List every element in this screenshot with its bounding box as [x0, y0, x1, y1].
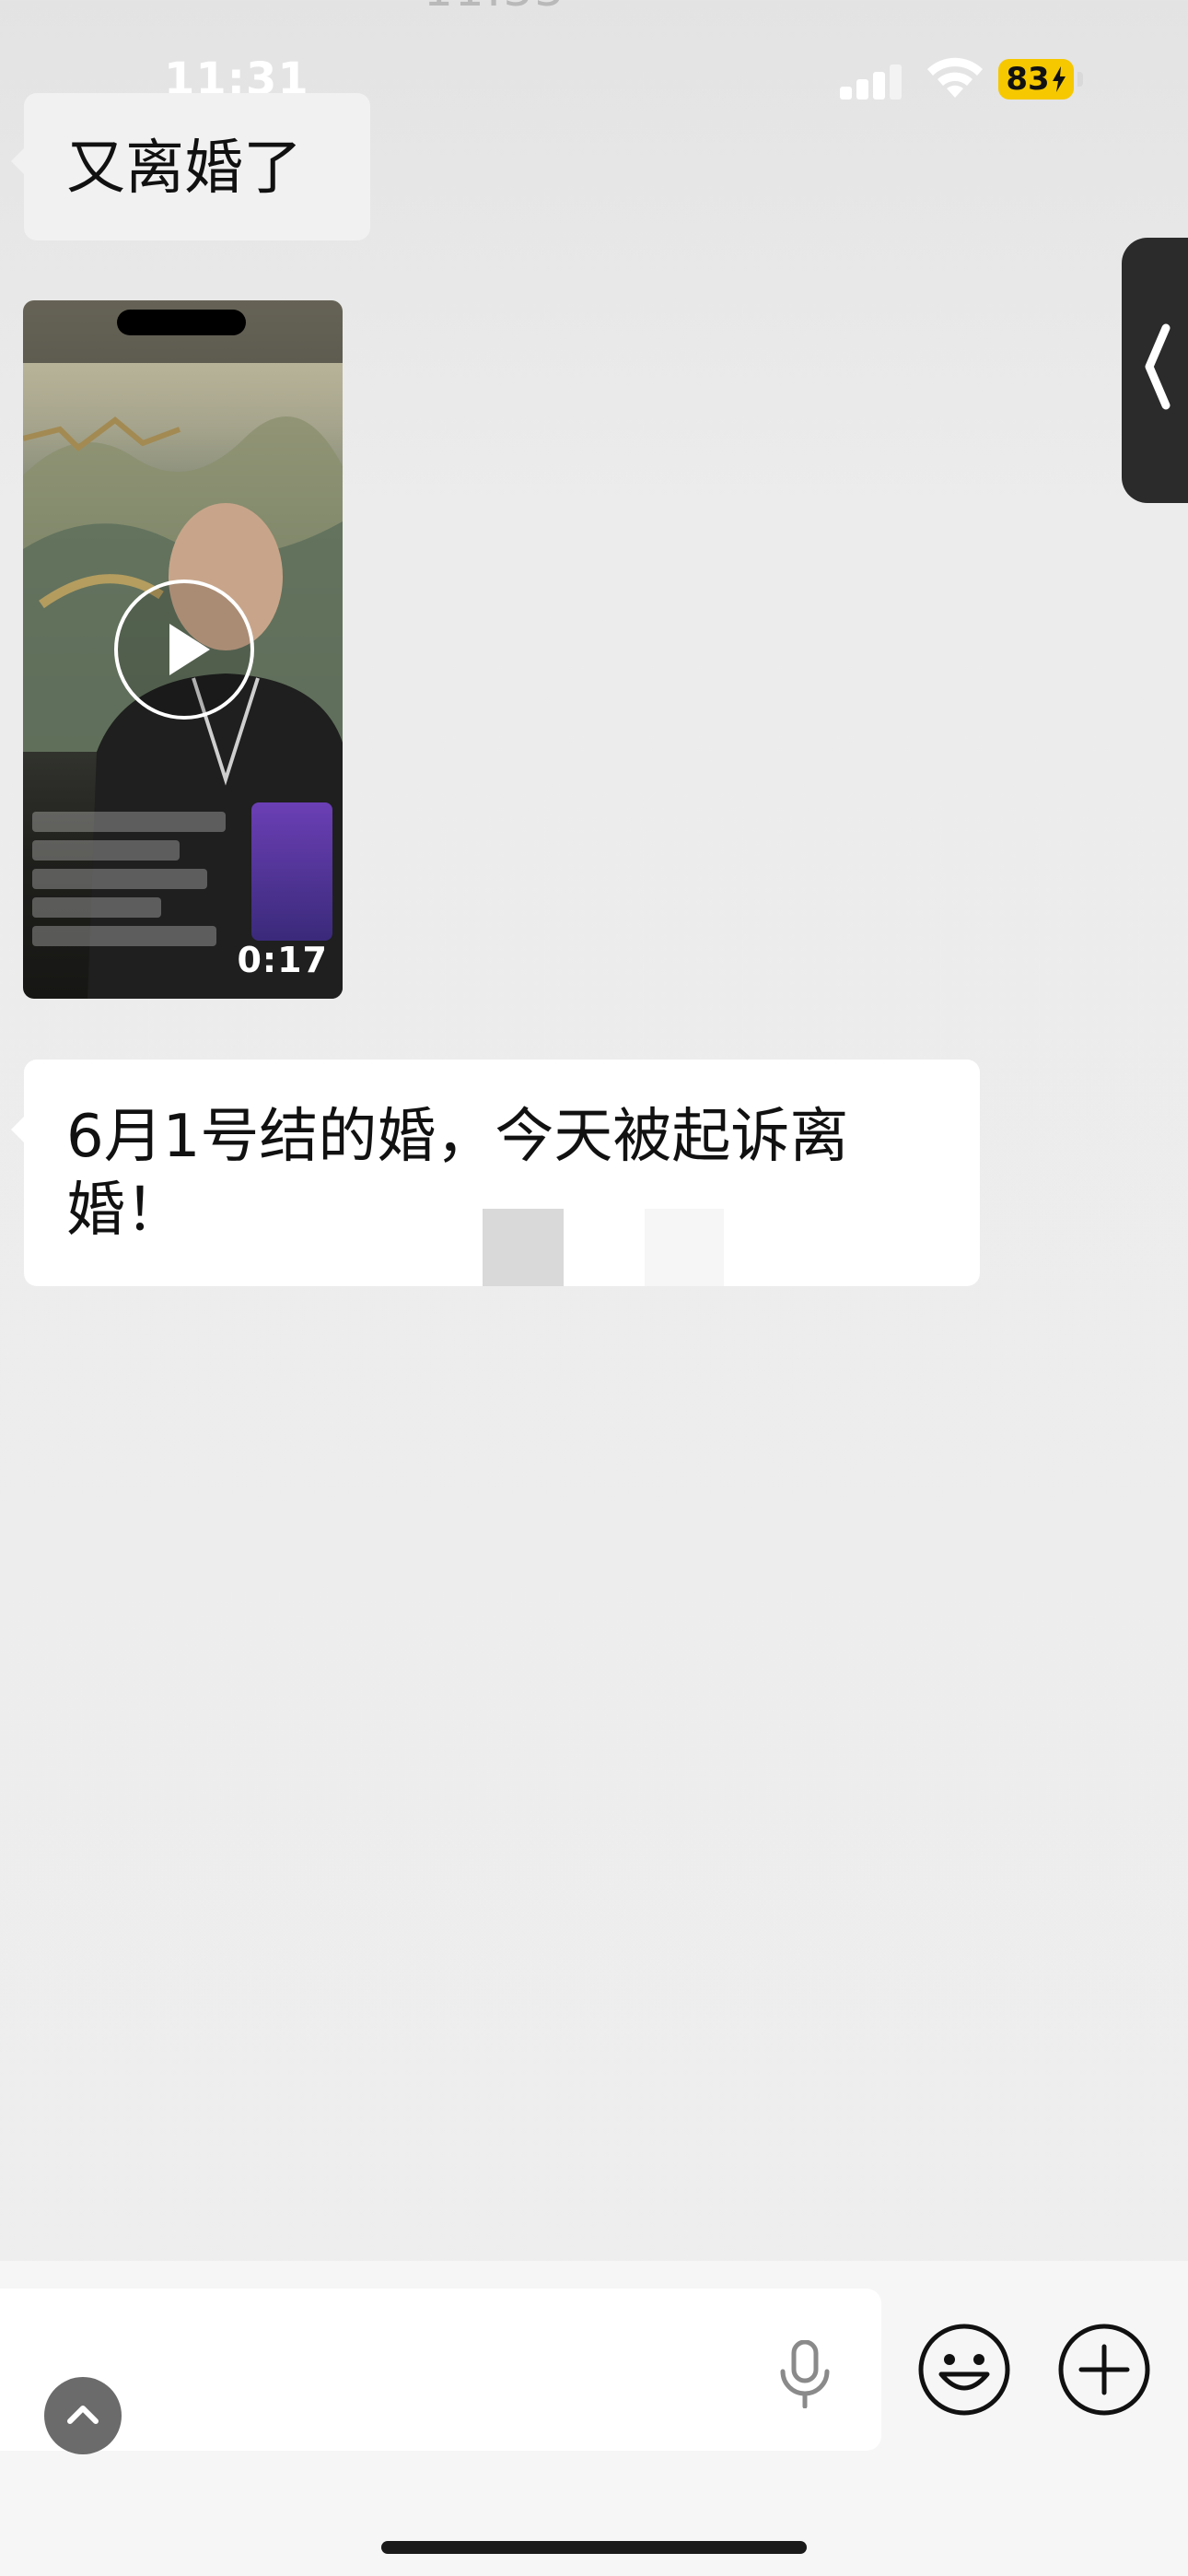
battery-tip [1077, 72, 1083, 87]
chevron-left-icon [1145, 323, 1171, 410]
chevron-up-icon [67, 2406, 99, 2424]
smiley-icon[interactable] [917, 2323, 1011, 2417]
home-indicator[interactable] [381, 2541, 807, 2554]
video-duration: 0:17 [237, 940, 328, 980]
microphone-icon[interactable] [775, 2340, 834, 2408]
ghost-status-time: 11:33 [424, 0, 565, 17]
play-icon [169, 624, 210, 675]
cellular-signal-icon [840, 57, 904, 100]
message-bubble-text[interactable]: 又离婚了 [11, 93, 370, 240]
message-input[interactable] [0, 2289, 881, 2451]
charging-bolt-icon [1052, 66, 1066, 92]
battery-percent: 83 [1006, 61, 1050, 98]
video-thumbnail-comments [32, 812, 244, 954]
redaction-block [645, 1209, 724, 1286]
message-video[interactable]: 0:17 [23, 300, 343, 999]
play-button[interactable] [114, 580, 254, 720]
side-pull-tab[interactable] [1122, 238, 1188, 503]
video-thumbnail-island [117, 310, 246, 335]
message-text: 又离婚了 [66, 135, 302, 203]
message-text: 6月1号结的婚，今天被起诉离婚！ [66, 1103, 849, 1245]
scroll-up-button[interactable] [44, 2377, 122, 2454]
redaction-block [483, 1209, 564, 1286]
wifi-icon [927, 57, 983, 98]
battery-icon: 83 [998, 59, 1074, 100]
plus-icon[interactable] [1057, 2323, 1151, 2417]
video-thumbnail-card [251, 802, 332, 941]
